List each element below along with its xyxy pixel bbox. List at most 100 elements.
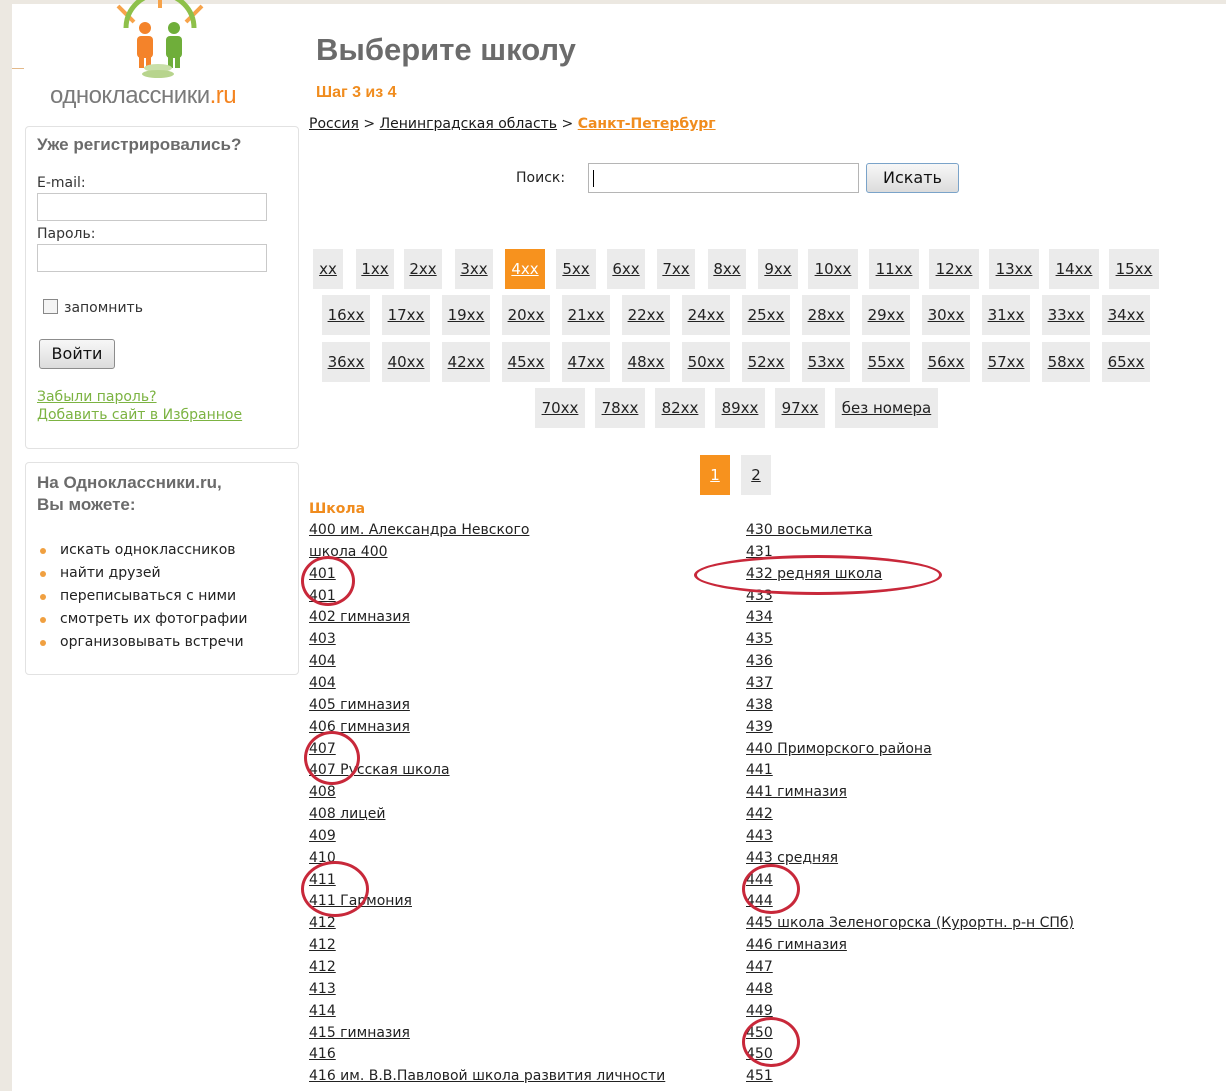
filter-tile[interactable]: 19xx: [442, 295, 490, 335]
filter-tile[interactable]: 9xx: [758, 249, 798, 289]
filter-tile[interactable]: 25xx: [742, 295, 790, 335]
school-link[interactable]: 409: [309, 827, 336, 845]
school-link[interactable]: 436: [746, 652, 773, 670]
school-link[interactable]: 405 гимназия: [309, 696, 410, 714]
filter-tile[interactable]: 6xx: [607, 249, 645, 289]
school-link[interactable]: 443 средняя: [746, 849, 838, 867]
filter-tile[interactable]: 28xx: [802, 295, 850, 335]
school-link[interactable]: 442: [746, 805, 773, 823]
filter-tile[interactable]: 40xx: [382, 342, 430, 382]
filter-tile[interactable]: 17xx: [382, 295, 430, 335]
school-link[interactable]: 402 гимназия: [309, 608, 410, 626]
school-link[interactable]: 408 лицей: [309, 805, 385, 823]
school-link[interactable]: 412: [309, 936, 336, 954]
school-link[interactable]: 435: [746, 630, 773, 648]
school-link[interactable]: 404: [309, 674, 336, 692]
filter-tile[interactable]: 50xx: [682, 342, 730, 382]
school-link[interactable]: 404: [309, 652, 336, 670]
filter-tile[interactable]: 58xx: [1042, 342, 1090, 382]
school-link[interactable]: 416: [309, 1045, 336, 1063]
school-link[interactable]: 408: [309, 783, 336, 801]
filter-tile[interactable]: 13xx: [989, 249, 1039, 289]
filter-tile[interactable]: 65xx: [1102, 342, 1150, 382]
school-link[interactable]: 441: [746, 761, 773, 779]
filter-tile[interactable]: 53xx: [802, 342, 850, 382]
school-link[interactable]: 400 им. Александра Невского: [309, 521, 529, 539]
filter-tile[interactable]: 1xx: [356, 249, 394, 289]
school-link[interactable]: 445 школа Зеленогорска (Курортн. р-н СПб…: [746, 914, 1074, 932]
filter-tile[interactable]: 31xx: [982, 295, 1030, 335]
filter-tile[interactable]: 7xx: [657, 249, 695, 289]
filter-tile[interactable]: 36xx: [322, 342, 370, 382]
filter-tile[interactable]: 97xx: [775, 388, 825, 428]
filter-tile[interactable]: 4xx: [505, 249, 545, 289]
filter-tile[interactable]: 34xx: [1102, 295, 1150, 335]
filter-tile[interactable]: 48xx: [622, 342, 670, 382]
school-link[interactable]: 434: [746, 608, 773, 626]
filter-tile[interactable]: без номера: [835, 388, 938, 428]
add-favorite-link[interactable]: Добавить сайт в Избранное: [37, 407, 242, 423]
filter-tile[interactable]: 42xx: [442, 342, 490, 382]
filter-tile[interactable]: 16xx: [322, 295, 370, 335]
search-button[interactable]: Искать: [866, 163, 959, 193]
filter-tile[interactable]: 21xx: [562, 295, 610, 335]
filter-tile[interactable]: 2xx: [404, 249, 442, 289]
school-link[interactable]: 451: [746, 1067, 773, 1085]
school-link[interactable]: 446 гимназия: [746, 936, 847, 954]
filter-tile[interactable]: 55xx: [862, 342, 910, 382]
school-link[interactable]: 438: [746, 696, 773, 714]
school-link[interactable]: 447: [746, 958, 773, 976]
filter-tile[interactable]: 30xx: [922, 295, 970, 335]
school-link[interactable]: 414: [309, 1002, 336, 1020]
page-1[interactable]: 1: [700, 455, 730, 495]
filter-tile[interactable]: xx: [313, 249, 343, 289]
school-link[interactable]: 416 им. В.В.Павловой школа развития личн…: [309, 1067, 665, 1085]
school-link[interactable]: 448: [746, 980, 773, 998]
logo[interactable]: одноклассники.ru: [24, 0, 300, 116]
filter-tile[interactable]: 12xx: [929, 249, 979, 289]
filter-tile[interactable]: 11xx: [869, 249, 919, 289]
filter-tile[interactable]: 78xx: [595, 388, 645, 428]
school-link[interactable]: 412: [309, 958, 336, 976]
filter-tile[interactable]: 56xx: [922, 342, 970, 382]
school-link[interactable]: 439: [746, 718, 773, 736]
filter-tile[interactable]: 20xx: [502, 295, 550, 335]
email-field[interactable]: [37, 193, 267, 221]
school-link[interactable]: 441 гимназия: [746, 783, 847, 801]
school-link[interactable]: 440 Приморского района: [746, 740, 932, 758]
filter-tile[interactable]: 24xx: [682, 295, 730, 335]
page-2[interactable]: 2: [741, 455, 771, 495]
filter-tile[interactable]: 70xx: [535, 388, 585, 428]
school-link[interactable]: 412: [309, 914, 336, 932]
breadcrumb-region[interactable]: Ленинградская область: [380, 116, 557, 132]
filter-tile[interactable]: 3xx: [455, 249, 493, 289]
filter-tile[interactable]: 57xx: [982, 342, 1030, 382]
filter-tile[interactable]: 47xx: [562, 342, 610, 382]
filter-tile[interactable]: 29xx: [862, 295, 910, 335]
school-link[interactable]: 437: [746, 674, 773, 692]
login-panel-title: Уже регистрировались?: [37, 135, 242, 154]
breadcrumb-country[interactable]: Россия: [309, 116, 359, 132]
filter-tile[interactable]: 82xx: [655, 388, 705, 428]
school-link[interactable]: 443: [746, 827, 773, 845]
login-button[interactable]: Войти: [39, 339, 115, 369]
school-link[interactable]: 413: [309, 980, 336, 998]
filter-tile[interactable]: 33xx: [1042, 295, 1090, 335]
filter-tile[interactable]: 10xx: [808, 249, 858, 289]
school-link[interactable]: 415 гимназия: [309, 1024, 410, 1042]
filter-tile[interactable]: 52xx: [742, 342, 790, 382]
search-input[interactable]: [588, 163, 859, 193]
remember-checkbox[interactable]: [43, 299, 58, 314]
school-link[interactable]: 403: [309, 630, 336, 648]
filter-tile[interactable]: 14xx: [1049, 249, 1099, 289]
filter-tile[interactable]: 22xx: [622, 295, 670, 335]
filter-tile[interactable]: 15xx: [1109, 249, 1159, 289]
breadcrumb-city[interactable]: Санкт-Петербург: [578, 116, 716, 132]
school-link[interactable]: 430 восьмилетка: [746, 521, 872, 539]
filter-tile[interactable]: 89xx: [715, 388, 765, 428]
filter-tile[interactable]: 8xx: [708, 249, 746, 289]
forgot-password-link[interactable]: Забыли пароль?: [37, 389, 157, 405]
filter-tile[interactable]: 5xx: [556, 249, 596, 289]
password-field[interactable]: [37, 244, 267, 272]
filter-tile[interactable]: 45xx: [502, 342, 550, 382]
